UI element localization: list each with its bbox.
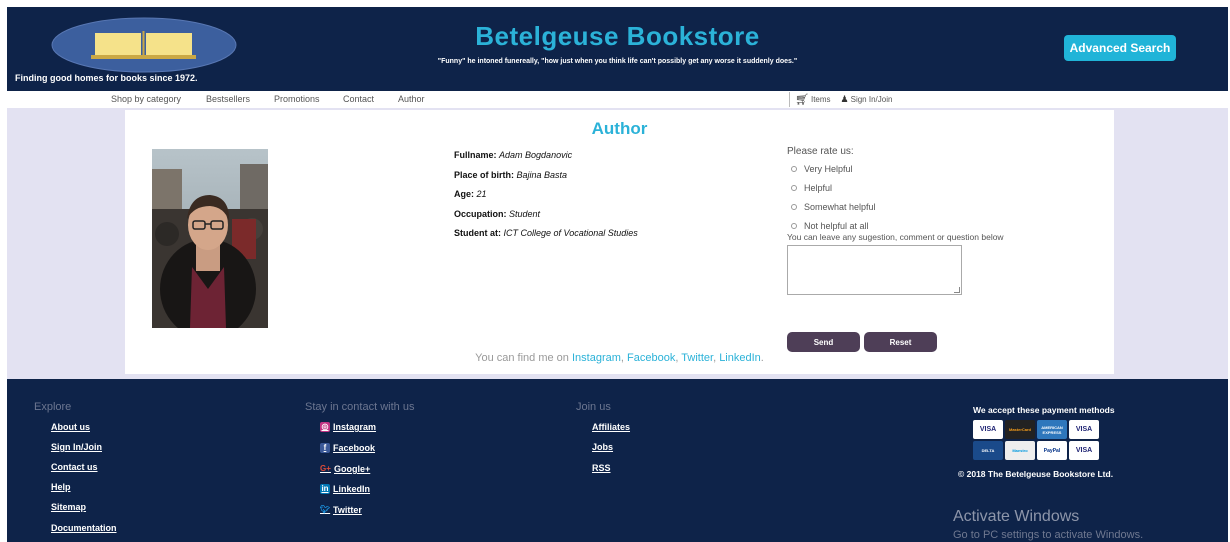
footer-sitemap-link[interactable]: Sitemap — [51, 502, 86, 512]
tagline: Finding good homes for books since 1972. — [15, 73, 198, 83]
rating-option-very-helpful[interactable]: Very Helpful — [787, 159, 1004, 178]
page-title: Author — [591, 119, 648, 138]
radio-button[interactable] — [791, 165, 797, 172]
instagram-icon: ◎ — [320, 422, 330, 432]
author-info: Fullname: Adam Bogdanovic Place of birth… — [454, 149, 638, 247]
cart-label[interactable]: Items — [811, 95, 831, 104]
author-photo — [152, 149, 268, 328]
linkedin-icon: in — [320, 484, 330, 494]
nav-bestsellers[interactable]: Bestsellers — [206, 94, 250, 104]
footer-linkedin-link[interactable]: in LinkedIn — [320, 484, 370, 494]
info-place-of-birth: Place of birth: Bajina Basta — [454, 169, 568, 180]
footer-help-link[interactable]: Help — [51, 482, 71, 492]
reset-button[interactable]: Reset — [864, 332, 937, 352]
radio-button[interactable] — [791, 203, 797, 210]
findme-linkedin-link[interactable]: LinkedIn — [719, 352, 761, 364]
amex-card-icon: AMERICAN EXPRESS — [1037, 420, 1067, 439]
footer-googleplus-link[interactable]: G+ Google+ — [320, 464, 370, 474]
footer-explore-title: Explore — [34, 401, 72, 413]
footer-signin-link[interactable]: Sign In/Join — [51, 442, 102, 452]
nav-promotions[interactable]: Promotions — [274, 94, 320, 104]
footer-contact-title: Stay in contact with us — [305, 401, 415, 413]
footer-twitter-link[interactable]: 🐦︎ Twitter — [320, 505, 362, 515]
advanced-search-button[interactable]: Advanced Search — [1064, 35, 1176, 61]
footer-rss-link[interactable]: RSS — [592, 463, 611, 473]
activate-windows-subtitle: Go to PC settings to activate Windows. — [953, 529, 1144, 541]
footer-documentation-link[interactable]: Documentation — [51, 523, 117, 533]
visa-card-icon: VISA — [973, 420, 1003, 439]
info-student-at: Student at: ICT College of Vocational St… — [454, 228, 638, 239]
rating-form: Please rate us: Very Helpful Helpful Som… — [787, 146, 1004, 352]
googleplus-icon: G+ — [320, 464, 331, 473]
footer-join-title: Join us — [576, 401, 611, 413]
rating-option-somewhat-helpful[interactable]: Somewhat helpful — [787, 197, 1004, 216]
resize-handle-icon[interactable] — [954, 287, 960, 293]
rating-option-helpful[interactable]: Helpful — [787, 178, 1004, 197]
send-button[interactable]: Send — [787, 332, 860, 352]
visa-card-icon: VISA — [1069, 420, 1099, 439]
footer-about-us-link[interactable]: About us — [51, 422, 90, 432]
footer-contact-link[interactable]: Contact us — [51, 462, 98, 472]
nav-contact[interactable]: Contact — [343, 94, 374, 104]
maestro-card-icon: Maestro — [1005, 441, 1035, 460]
comment-hint: You can leave any sugestion, comment or … — [787, 232, 1004, 242]
site-header: Finding good homes for books since 1972.… — [7, 7, 1228, 91]
user-icon[interactable]: ♟ — [841, 94, 849, 105]
site-footer: Explore About us Sign In/Join Contact us… — [7, 379, 1228, 542]
social-links-line: You can find me on Instagram, Facebook, … — [475, 352, 764, 364]
cart-icon[interactable]: 🛒︎ — [795, 93, 809, 106]
findme-twitter-link[interactable]: Twitter — [681, 352, 713, 364]
rating-title: Please rate us: — [787, 146, 854, 157]
main-nav: Shop by category Bestsellers Promotions … — [7, 91, 1228, 108]
activate-windows-title: Activate Windows — [953, 508, 1080, 525]
mastercard-icon: MasterCard — [1005, 420, 1035, 439]
info-occupation: Occupation: Student — [454, 208, 541, 219]
comment-textarea[interactable] — [787, 245, 962, 295]
nav-author[interactable]: Author — [398, 94, 425, 104]
radio-button[interactable] — [791, 222, 797, 229]
nav-account: 🛒︎ Items ♟ Sign In/Join — [789, 92, 892, 107]
radio-button[interactable] — [791, 184, 797, 191]
twitter-icon: 🐦︎ — [320, 505, 331, 514]
findme-instagram-link[interactable]: Instagram — [572, 352, 621, 364]
paypal-icon: PayPal — [1037, 441, 1067, 460]
info-fullname: Fullname: Adam Bogdanovic — [454, 150, 573, 160]
header-quote: "Funny" he intoned funereally, "how just… — [437, 58, 798, 65]
nav-shop-by-category[interactable]: Shop by category — [111, 94, 181, 104]
footer-instagram-link[interactable]: ◎ Instagram — [320, 422, 376, 432]
copyright: © 2018 The Betelgeuse Bookstore Ltd. — [958, 469, 1114, 479]
footer-jobs-link[interactable]: Jobs — [592, 442, 613, 452]
visa-card-icon: VISA — [1069, 441, 1099, 460]
info-age: Age: 21 — [454, 189, 487, 200]
footer-facebook-link[interactable]: f Facebook — [320, 443, 375, 453]
signin-link[interactable]: Sign In/Join — [851, 95, 893, 104]
footer-affiliates-link[interactable]: Affiliates — [592, 422, 630, 432]
author-panel: Author Fullname: Adam Bogdanovic Place o… — [125, 110, 1114, 374]
facebook-icon: f — [320, 443, 330, 453]
findme-facebook-link[interactable]: Facebook — [627, 352, 675, 364]
site-title[interactable]: Betelgeuse Bookstore — [7, 21, 1228, 52]
delta-card-icon: DELTA — [973, 441, 1003, 460]
payment-title: We accept these payment methods — [973, 405, 1115, 415]
